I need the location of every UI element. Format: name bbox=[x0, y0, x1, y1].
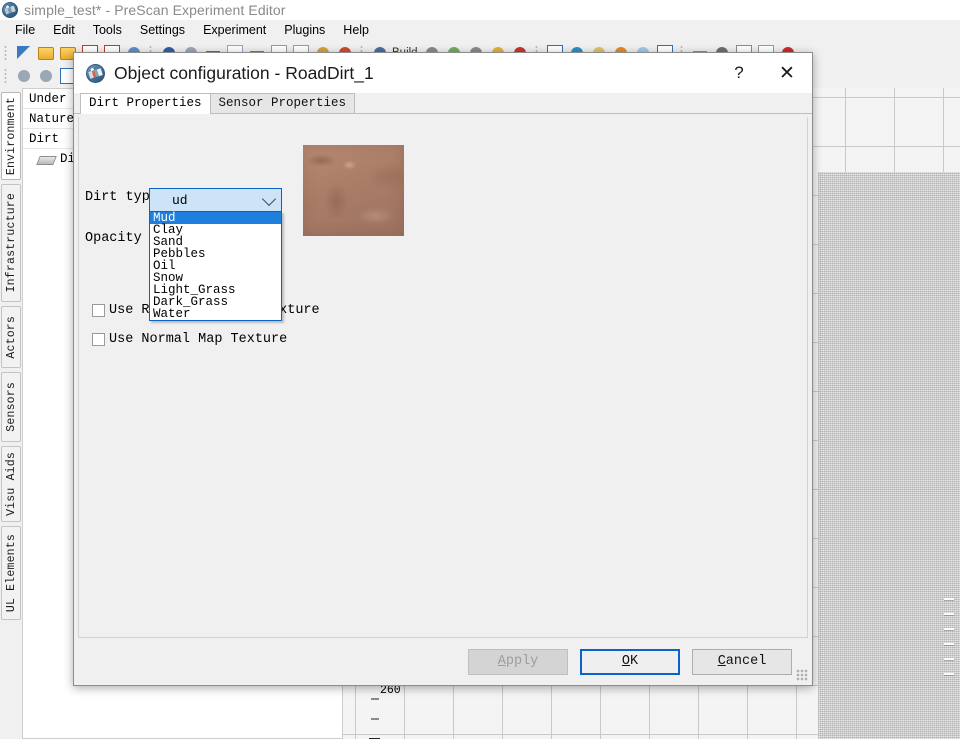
sidebar-tab-label: Visu Aids bbox=[4, 452, 18, 516]
toolbar-drag-handle[interactable] bbox=[3, 67, 10, 84]
close-icon[interactable]: ✕ bbox=[762, 53, 812, 93]
resize-grip[interactable] bbox=[796, 669, 808, 681]
ruler-tick bbox=[371, 698, 379, 700]
menu-item-settings[interactable]: Settings bbox=[131, 21, 194, 39]
sidebar-tab-actors[interactable]: Actors bbox=[1, 306, 21, 368]
apply-button[interactable]: Apply bbox=[468, 648, 568, 675]
sidebar-tab-infrastructure[interactable]: Infrastructure bbox=[1, 184, 21, 302]
object-configuration-dialog: Object configuration - RoadDirt_1 ? ✕ Di… bbox=[73, 52, 813, 686]
sidebar-tab-label: UL Elements bbox=[4, 533, 18, 613]
sidebar-tab-environment[interactable]: Environment bbox=[1, 92, 21, 180]
right-ruler bbox=[944, 598, 956, 688]
cancel-button[interactable]: Cancel bbox=[692, 648, 792, 675]
dialog-content: Dirt type: ud Mud Clay Sand Pebbles Oil Snow L… bbox=[78, 117, 808, 638]
menu-item-tools[interactable]: Tools bbox=[84, 21, 131, 39]
icon-glyph bbox=[38, 46, 54, 60]
ruler-tick bbox=[944, 673, 954, 675]
use-normal-map-texture-label: Use Normal Map Texture bbox=[109, 332, 288, 347]
sidebar-tab-ul-elements[interactable]: UL Elements bbox=[1, 526, 21, 620]
tree-item-label: Under bbox=[29, 91, 67, 106]
checkbox-box[interactable] bbox=[92, 304, 105, 317]
menu-item-help[interactable]: Help bbox=[334, 21, 378, 39]
opacity-row: Opacity bbox=[85, 231, 142, 246]
sidebar-tab-sensors[interactable]: Sensors bbox=[1, 372, 21, 442]
checkbox-box[interactable] bbox=[92, 333, 105, 346]
dialog-titlebar: Object configuration - RoadDirt_1 ? ✕ bbox=[74, 53, 812, 93]
sidebar-tab-visu-aids[interactable]: Visu Aids bbox=[1, 446, 21, 522]
icon-glyph bbox=[40, 69, 52, 82]
sidebar-tab-label: Sensors bbox=[4, 382, 18, 432]
tree-item-label: Nature bbox=[29, 111, 75, 126]
menu-item-experiment[interactable]: Experiment bbox=[194, 21, 275, 39]
tab-dirt-properties[interactable]: Dirt Properties bbox=[80, 93, 211, 114]
library-tab-strip: Environment Infrastructure Actors Sensors Vi… bbox=[0, 88, 23, 739]
ruler-tick bbox=[944, 643, 954, 645]
dirt-type-value: ud bbox=[172, 192, 188, 208]
ruler-tick bbox=[944, 613, 954, 615]
help-icon[interactable]: ? bbox=[716, 53, 762, 93]
menu-item-edit[interactable]: Edit bbox=[44, 21, 84, 39]
prescan-globe-icon bbox=[2, 2, 18, 18]
chevron-down-icon bbox=[261, 191, 277, 207]
app-titlebar: simple_test* - PreScan Experiment Editor bbox=[0, 0, 960, 20]
new-experiment-icon[interactable] bbox=[14, 43, 34, 63]
dropdown-option-water[interactable]: Water bbox=[150, 308, 281, 321]
sidebar-tab-label: Infrastructure bbox=[4, 193, 18, 293]
menubar: File Edit Tools Settings Experiment Plug… bbox=[0, 20, 960, 40]
opacity-label: Opacity bbox=[85, 231, 142, 246]
ok-button[interactable]: OK bbox=[580, 648, 680, 675]
dialog-tabs: Dirt Properties Sensor Properties bbox=[74, 93, 812, 114]
app-title: simple_test* - PreScan Experiment Editor bbox=[24, 2, 286, 18]
sidebar-tab-label: Environment bbox=[4, 96, 18, 176]
dialog-footer: Apply OK Cancel bbox=[74, 638, 812, 685]
ruler-tick bbox=[944, 598, 954, 600]
use-normal-map-texture-checkbox[interactable]: Use Normal Map Texture bbox=[92, 332, 287, 347]
dirt-texture-preview bbox=[303, 145, 404, 236]
ruler-tick bbox=[371, 718, 379, 720]
tab-sensor-properties[interactable]: Sensor Properties bbox=[209, 93, 356, 113]
dialog-window-buttons: ? ✕ bbox=[716, 53, 812, 93]
dirt-object-icon bbox=[37, 153, 55, 166]
application-window: simple_test* - PreScan Experiment Editor… bbox=[0, 0, 960, 739]
open-experiment-icon[interactable] bbox=[36, 43, 56, 63]
menu-item-plugins[interactable]: Plugins bbox=[275, 21, 334, 39]
dirt-type-dropdown[interactable]: ud bbox=[149, 188, 282, 212]
road-surface bbox=[818, 172, 960, 739]
zoom-in-icon[interactable] bbox=[36, 66, 56, 86]
icon-glyph bbox=[17, 45, 30, 59]
ruler-tick bbox=[944, 658, 954, 660]
dirt-type-option-list[interactable]: Mud Clay Sand Pebbles Oil Snow Light_Grass Dark… bbox=[149, 211, 282, 321]
prescan-globe-icon bbox=[86, 63, 105, 83]
menu-item-file[interactable]: File bbox=[6, 21, 44, 39]
toolbar-drag-handle[interactable] bbox=[3, 44, 10, 61]
sidebar-tab-label: Actors bbox=[4, 315, 18, 359]
icon-glyph bbox=[18, 69, 30, 82]
tree-item-label: Dirt bbox=[29, 131, 60, 146]
ruler-tick bbox=[944, 628, 954, 630]
dialog-title: Object configuration - RoadDirt_1 bbox=[114, 62, 374, 83]
zoom-out-icon[interactable] bbox=[14, 66, 34, 86]
